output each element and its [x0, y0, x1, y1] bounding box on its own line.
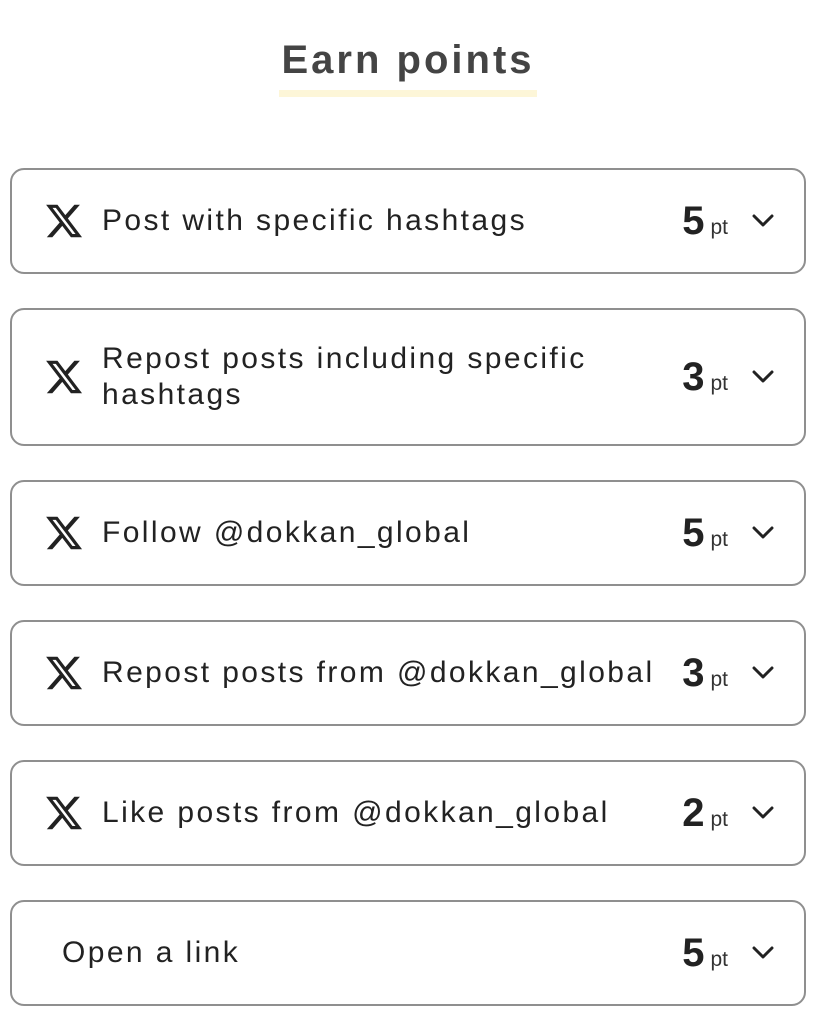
points-unit: pt: [710, 668, 728, 691]
page-title: Earn points: [279, 36, 537, 97]
task-label: Open a link: [62, 936, 241, 969]
chevron-down-icon[interactable]: [750, 520, 776, 546]
task-points: 5 pt: [682, 933, 728, 973]
task-points: 3 pt: [682, 653, 728, 693]
chevron-down-icon[interactable]: [750, 660, 776, 686]
points-unit: pt: [710, 528, 728, 551]
x-logo-icon: [44, 652, 84, 694]
chevron-down-icon[interactable]: [750, 800, 776, 826]
task-card-post-hashtags[interactable]: Post with specific hashtags 5 pt: [10, 168, 806, 274]
task-card-like[interactable]: Like posts from @dokkan_global 2 pt: [10, 760, 806, 866]
points-value: 5: [682, 931, 705, 975]
points-value: 2: [682, 791, 705, 835]
points-value: 3: [682, 651, 705, 695]
task-card-open-link[interactable]: Open a link 5 pt: [10, 900, 806, 1006]
chevron-down-icon[interactable]: [750, 364, 776, 390]
task-points: 5 pt: [682, 201, 728, 241]
points-unit: pt: [710, 948, 728, 971]
task-points: 5 pt: [682, 513, 728, 553]
points-unit: pt: [710, 808, 728, 831]
points-unit: pt: [710, 372, 728, 395]
task-label: Follow @dokkan_global: [102, 516, 472, 549]
points-unit: pt: [710, 216, 728, 239]
chevron-down-icon[interactable]: [750, 208, 776, 234]
x-logo-icon: [44, 356, 84, 398]
task-card-follow[interactable]: Follow @dokkan_global 5 pt: [10, 480, 806, 586]
x-logo-icon: [44, 792, 84, 834]
points-value: 3: [682, 355, 705, 399]
task-label: Like posts from @dokkan_global: [102, 796, 610, 829]
chevron-down-icon[interactable]: [750, 940, 776, 966]
x-logo-icon: [44, 200, 84, 242]
task-list: Post with specific hashtags 5 pt Repost …: [10, 168, 806, 1006]
task-points: 2 pt: [682, 793, 728, 833]
points-value: 5: [682, 511, 705, 555]
task-label: Repost posts including specific hashtags: [102, 342, 587, 411]
task-label: Post with specific hashtags: [102, 204, 527, 237]
task-points: 3 pt: [682, 357, 728, 397]
task-label: Repost posts from @dokkan_global: [102, 656, 655, 689]
x-logo-icon: [44, 512, 84, 554]
task-card-repost-hashtags[interactable]: Repost posts including specific hashtags…: [10, 308, 806, 446]
task-card-repost-account[interactable]: Repost posts from @dokkan_global 3 pt: [10, 620, 806, 726]
page-header: Earn points: [0, 36, 816, 97]
points-value: 5: [682, 199, 705, 243]
